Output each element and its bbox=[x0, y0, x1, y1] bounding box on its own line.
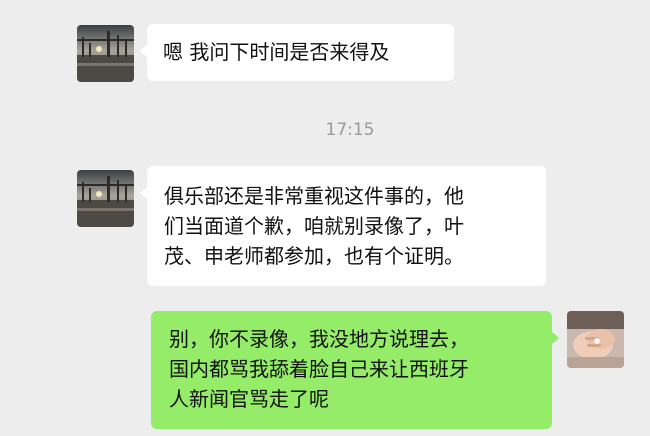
message-text-line: 国内都骂我舔着脸自己来让西班牙 bbox=[169, 357, 469, 381]
message-text-line: 茂、申老师都参加，也有个证明。 bbox=[164, 244, 464, 268]
message-bubble[interactable]: 嗯 我问下时间是否来得及 bbox=[140, 24, 454, 81]
message-text-line: 俱乐部还是非常重视这件事的，他 bbox=[164, 184, 464, 208]
user-avatar-image bbox=[567, 311, 624, 368]
message-timestamp: 17:15 bbox=[325, 120, 375, 140]
bubble-tail bbox=[140, 186, 148, 200]
contact-avatar-image bbox=[77, 170, 134, 227]
contact-avatar[interactable] bbox=[77, 25, 134, 82]
bubble-tail bbox=[140, 44, 148, 58]
message-text-line: 人新闻官骂走了呢 bbox=[169, 387, 329, 411]
bubble-tail bbox=[551, 331, 559, 345]
message-bubble[interactable]: 俱乐部还是非常重视这件事的，他 们当面道个歉，咱就别录像了，叶 茂、申老师都参加… bbox=[140, 166, 546, 286]
chat-area: 嗯 我问下时间是否来得及 17:15 俱乐部还是非常重视这件事的，他 们当面道个… bbox=[0, 0, 650, 436]
message-text-line: 们当面道个歉，咱就别录像了，叶 bbox=[164, 214, 464, 238]
contact-avatar[interactable] bbox=[77, 170, 134, 227]
message-text-line: 别，你不录像，我没地方说理去， bbox=[169, 327, 469, 351]
message-bubble[interactable]: 别，你不录像，我没地方说理去， 国内都骂我舔着脸自己来让西班牙 人新闻官骂走了呢 bbox=[151, 311, 559, 429]
contact-avatar-image bbox=[77, 25, 134, 82]
message-text-line: 嗯 我问下时间是否来得及 bbox=[163, 40, 390, 64]
user-avatar[interactable] bbox=[567, 311, 624, 368]
